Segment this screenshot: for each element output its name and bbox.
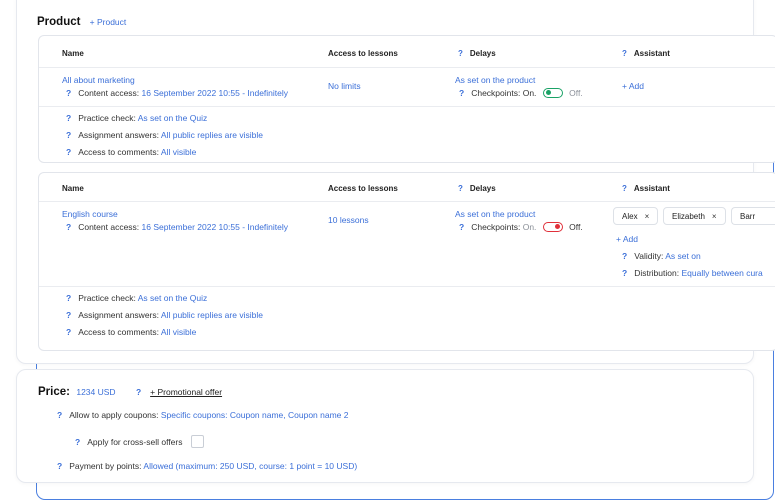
price-label: Price: — [38, 386, 70, 398]
help-icon[interactable]: ? — [57, 410, 62, 420]
help-icon[interactable]: ? — [66, 327, 71, 337]
row-divider — [39, 286, 775, 287]
col-name-header: Name — [62, 49, 84, 58]
col-access-header: Access to lessons — [328, 49, 398, 58]
price-row: Price: 1234 USD ? + Promotional offer — [38, 386, 222, 398]
product-name-link[interactable]: All about marketing — [62, 75, 135, 85]
practice-check-link[interactable]: As set on the Quiz — [138, 293, 207, 303]
validity-link[interactable]: As set on — [665, 251, 700, 261]
access-comments-link[interactable]: All visible — [161, 147, 196, 157]
access-lessons-link[interactable]: No limits — [328, 81, 361, 91]
checkpoints-toggle[interactable] — [542, 222, 563, 232]
practice-check-link[interactable]: As set on the Quiz — [138, 113, 207, 123]
points-row: ? Payment by points: Allowed (maximum: 25… — [57, 461, 358, 471]
help-icon[interactable]: ? — [66, 147, 71, 157]
distribution-row: ? Distribution: Equally between cura — [622, 268, 763, 278]
validity-row: ? Validity: As set on — [622, 251, 701, 261]
remove-icon[interactable]: × — [645, 212, 650, 221]
access-comments-row: ? Access to comments: All visible — [66, 147, 197, 157]
help-icon[interactable]: ? — [66, 130, 71, 140]
price-value-link[interactable]: 1234 USD — [76, 387, 115, 397]
assignment-answers-row: ? Assignment answers: All public replies … — [66, 130, 263, 140]
product-row-card-2: Name Access to lessons ? Delays ? Assistan… — [38, 172, 775, 351]
content-access-link[interactable]: 16 September 2022 10:55 - Indefinitely — [142, 222, 289, 232]
distribution-link[interactable]: Equally between cura — [681, 268, 762, 278]
product-title-text: Product — [37, 16, 81, 28]
col-access-header: Access to lessons — [328, 184, 398, 193]
assignment-answers-link[interactable]: All public replies are visible — [161, 130, 263, 140]
points-link[interactable]: Allowed (maximum: 250 USD, course: 1 poi… — [143, 461, 357, 471]
row-divider — [39, 106, 775, 107]
crosssell-row: ? Apply for cross-sell offers — [75, 435, 204, 448]
coupons-link[interactable]: Specific coupons: Coupon name, Coupon na… — [161, 410, 349, 420]
assistant-chip[interactable]: Barr — [731, 207, 775, 225]
header-divider — [39, 67, 775, 68]
product-row-card-1: Name Access to lessons ? Delays ? Assistan… — [38, 35, 775, 163]
assistant-chip[interactable]: Alex × — [613, 207, 659, 225]
product-section-title: Product + Product — [37, 16, 126, 28]
col-delays-header: ? Delays — [458, 49, 496, 58]
practice-check-row: ? Practice check: As set on the Quiz — [66, 113, 208, 123]
col-assistant-header: ? Assistant — [622, 184, 670, 193]
help-icon[interactable]: ? — [622, 251, 627, 261]
help-icon[interactable]: ? — [66, 222, 71, 232]
help-icon[interactable]: ? — [66, 293, 71, 303]
checkpoints-row: ? Checkpoints: On. Off. — [459, 222, 583, 232]
delays-link[interactable]: As set on the product — [455, 75, 535, 85]
help-icon[interactable]: ? — [622, 184, 627, 193]
help-icon[interactable]: ? — [459, 222, 464, 232]
delays-link[interactable]: As set on the product — [455, 209, 535, 219]
help-icon[interactable]: ? — [458, 49, 463, 58]
assistant-chip[interactable]: Elizabeth × — [663, 207, 726, 225]
add-product-link[interactable]: + Product — [90, 17, 127, 27]
col-assistant-header: ? Assistant — [622, 49, 670, 58]
crosssell-checkbox[interactable] — [190, 435, 204, 448]
content-access-row: ? Content access: 16 September 2022 10:55… — [66, 88, 289, 98]
product-name-link[interactable]: English course — [62, 209, 118, 219]
col-delays-header: ? Delays — [458, 184, 496, 193]
checkpoints-toggle[interactable] — [542, 88, 563, 98]
practice-check-row: ? Practice check: As set on the Quiz — [66, 293, 208, 303]
help-icon[interactable]: ? — [622, 49, 627, 58]
help-icon[interactable]: ? — [75, 437, 80, 447]
help-icon[interactable]: ? — [459, 88, 464, 98]
help-icon[interactable]: ? — [136, 387, 141, 397]
promotional-offer-link[interactable]: + Promotional offer — [150, 387, 222, 397]
add-assistant-link[interactable]: + Add — [616, 234, 638, 244]
help-icon[interactable]: ? — [66, 113, 71, 123]
coupons-row: ? Allow to apply coupons: Specific coupon… — [57, 410, 349, 420]
assignment-answers-row: ? Assignment answers: All public replies … — [66, 310, 263, 320]
content-access-row: ? Content access: 16 September 2022 10:55… — [66, 222, 289, 232]
remove-icon[interactable]: × — [712, 212, 717, 221]
header-divider — [39, 201, 775, 202]
access-lessons-link[interactable]: 10 lessons — [328, 215, 369, 225]
content-access-link[interactable]: 16 September 2022 10:55 - Indefinitely — [142, 88, 289, 98]
help-icon[interactable]: ? — [622, 268, 627, 278]
checkpoints-row: ? Checkpoints: On. Off. — [459, 88, 583, 98]
help-icon[interactable]: ? — [66, 88, 71, 98]
help-icon[interactable]: ? — [57, 461, 62, 471]
help-icon[interactable]: ? — [66, 310, 71, 320]
assignment-answers-link[interactable]: All public replies are visible — [161, 310, 263, 320]
col-name-header: Name — [62, 184, 84, 193]
add-assistant-link[interactable]: + Add — [622, 81, 644, 91]
access-comments-row: ? Access to comments: All visible — [66, 327, 197, 337]
help-icon[interactable]: ? — [458, 184, 463, 193]
access-comments-link[interactable]: All visible — [161, 327, 196, 337]
